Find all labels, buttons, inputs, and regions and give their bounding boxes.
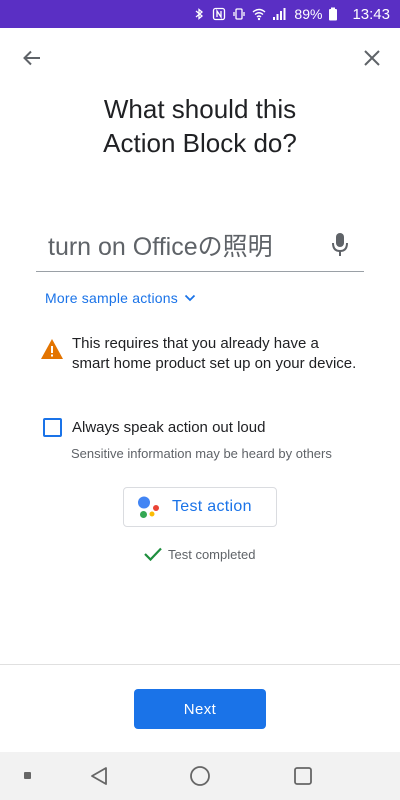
mic-icon [332, 232, 348, 256]
warning-text: This requires that you already have a sm… [72, 335, 357, 372]
speak-aloud-checkbox[interactable] [43, 418, 62, 437]
test-status: Test completed [143, 546, 255, 562]
signal-icon [272, 7, 286, 21]
clock: 13:43 [352, 5, 390, 23]
nav-home-icon[interactable] [189, 765, 211, 787]
more-sample-actions-label[interactable]: More sample actions [45, 290, 178, 306]
google-assistant-icon [138, 496, 159, 518]
footer-divider [0, 664, 400, 665]
next-button[interactable]: Next [134, 689, 266, 729]
close-icon [364, 50, 380, 66]
arrow-back-icon [23, 50, 40, 66]
nfc-icon [212, 7, 226, 21]
status-bar: 89% 13:43 [0, 0, 400, 28]
bluetooth-icon [192, 7, 206, 21]
test-action-label[interactable]: Test action [172, 498, 252, 516]
warning-icon [41, 339, 63, 359]
speak-aloud-label[interactable]: Always speak action out loud [72, 419, 265, 436]
page-title: What should this Action Block do? [40, 92, 360, 160]
speak-aloud-option[interactable]: Always speak action out loud [43, 418, 265, 437]
command-input[interactable]: turn on Officeの照明 [36, 218, 364, 272]
close-button[interactable] [358, 44, 386, 72]
test-action-button[interactable]: Test action [123, 487, 277, 527]
mic-button[interactable] [326, 229, 354, 261]
nav-recent-apps-icon[interactable] [293, 766, 313, 786]
warning-message: This requires that you already have a sm… [40, 334, 360, 374]
speak-aloud-hint: Sensitive information may be heard by ot… [71, 446, 332, 461]
wifi-icon [252, 7, 266, 21]
checkmark-icon [144, 547, 162, 562]
system-nav-bar [0, 752, 400, 800]
battery-percent: 89% [294, 6, 323, 22]
vibrate-icon [232, 7, 246, 21]
back-button[interactable] [18, 44, 46, 72]
nav-back-icon[interactable] [88, 765, 110, 787]
test-status-label: Test completed [168, 546, 256, 562]
page-title-line-1: What should this [103, 94, 297, 124]
more-sample-actions-link[interactable]: More sample actions [45, 290, 196, 306]
chevron-down-icon [184, 294, 196, 302]
command-input-value[interactable]: turn on Officeの照明 [36, 227, 326, 263]
page-title-line-2: Action Block do? [103, 128, 297, 158]
battery-icon [328, 7, 342, 21]
nav-dot-icon[interactable] [24, 772, 31, 779]
